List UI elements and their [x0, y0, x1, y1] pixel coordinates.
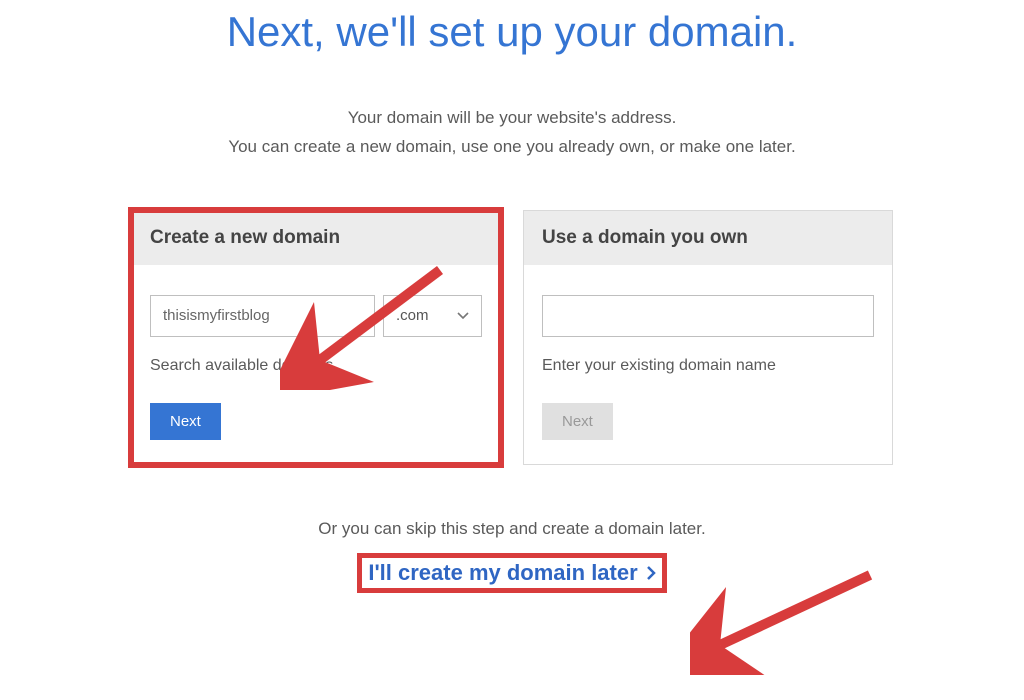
use-domain-panel: Use a domain you own Enter your existing…	[523, 210, 893, 465]
page-subheading: Your domain will be your website's addre…	[228, 104, 795, 162]
skip-link-highlight: I'll create my domain later	[357, 553, 666, 593]
create-domain-panel: Create a new domain .com Search availabl…	[131, 210, 501, 465]
use-next-button[interactable]: Next	[542, 403, 613, 440]
skip-link-label: I'll create my domain later	[368, 560, 637, 586]
tld-select[interactable]: .com	[383, 295, 482, 337]
subheading-line1: Your domain will be your website's addre…	[228, 104, 795, 133]
create-helper-text: Search available domains	[150, 357, 482, 375]
existing-domain-input[interactable]	[542, 295, 874, 337]
domain-name-input[interactable]	[150, 295, 375, 337]
skip-prompt: Or you can skip this step and create a d…	[318, 519, 705, 539]
skip-area: Or you can skip this step and create a d…	[318, 519, 705, 593]
tld-value: .com	[396, 307, 429, 324]
use-helper-text: Enter your existing domain name	[542, 357, 874, 375]
domain-panels: Create a new domain .com Search availabl…	[131, 210, 893, 465]
use-panel-title: Use a domain you own	[524, 211, 892, 265]
skip-link[interactable]: I'll create my domain later	[368, 560, 655, 586]
chevron-down-icon	[457, 312, 469, 320]
chevron-right-icon	[646, 565, 656, 581]
create-next-button[interactable]: Next	[150, 403, 221, 440]
subheading-line2: You can create a new domain, use one you…	[228, 133, 795, 162]
page-heading: Next, we'll set up your domain.	[227, 8, 798, 56]
create-panel-title: Create a new domain	[132, 211, 500, 265]
